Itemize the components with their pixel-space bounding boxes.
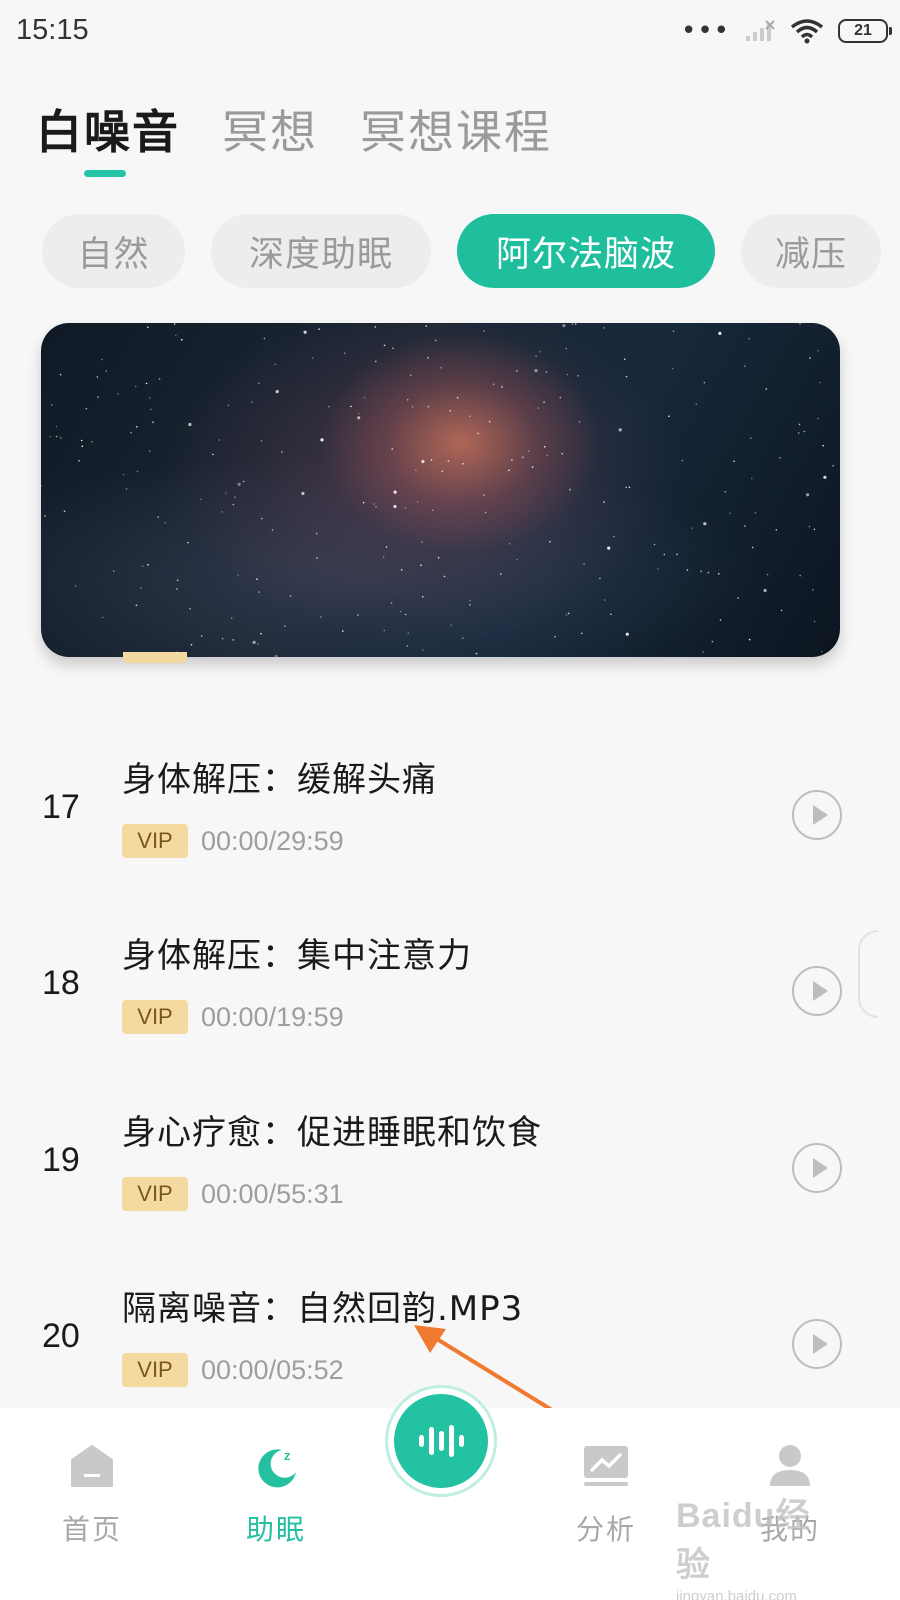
track-duration: 00:00/29:59 bbox=[201, 826, 344, 856]
status-icons: ••• 21 bbox=[680, 16, 892, 46]
tab-meditation[interactable]: 冥想 bbox=[222, 96, 318, 162]
track-duration: 00:00/55:31 bbox=[201, 1179, 344, 1209]
home-icon bbox=[71, 1445, 113, 1487]
chip-nature[interactable]: 自然 bbox=[42, 214, 185, 288]
nav-analysis[interactable]: 分析 bbox=[536, 1408, 676, 1600]
category-chip-row: 自然 深度助眠 阿尔法脑波 减压 bbox=[0, 200, 900, 300]
active-tab-indicator bbox=[84, 170, 126, 177]
battery-indicator: 21 bbox=[838, 19, 892, 43]
top-tab-bar: 白噪音 冥想 冥想课程 bbox=[36, 96, 552, 162]
play-button[interactable] bbox=[792, 790, 842, 840]
center-button-inner bbox=[394, 1394, 488, 1488]
track-row[interactable]: 18 身体解压：集中注意力 VIP 00:00/19:59 bbox=[0, 902, 900, 1052]
sound-wave-icon bbox=[419, 1425, 464, 1457]
nav-home[interactable]: 首页 bbox=[22, 1408, 162, 1600]
moon-sleep-icon: z bbox=[258, 1448, 296, 1488]
play-button[interactable] bbox=[792, 1143, 842, 1193]
vip-badge: VIP bbox=[122, 824, 188, 858]
play-button[interactable] bbox=[792, 1319, 842, 1369]
track-duration: 00:00/19:59 bbox=[201, 1002, 344, 1032]
chip-stress-relief[interactable]: 减压 bbox=[741, 214, 881, 288]
track-title: 身体解压：缓解头痛 bbox=[122, 760, 437, 800]
tab-meditation-course[interactable]: 冥想课程 bbox=[360, 96, 552, 162]
svg-text:z: z bbox=[284, 1448, 291, 1463]
vip-badge: VIP bbox=[122, 1353, 188, 1387]
nav-analysis-label: 分析 bbox=[575, 1513, 636, 1546]
signal-icon bbox=[746, 20, 775, 41]
center-play-button[interactable] bbox=[385, 1385, 497, 1497]
battery-level: 21 bbox=[854, 22, 872, 39]
nav-sleep-aid[interactable]: z 助眠 bbox=[206, 1408, 346, 1600]
status-bar: 15:15 ••• 21 bbox=[0, 0, 900, 62]
track-title: 身体解压：集中注意力 bbox=[122, 936, 472, 976]
nav-home-label: 首页 bbox=[61, 1513, 122, 1546]
track-duration: 00:00/05:52 bbox=[201, 1355, 344, 1385]
track-title: 身心疗愈：促进睡眠和饮食 bbox=[122, 1113, 542, 1153]
nav-sleep-aid-label: 助眠 bbox=[245, 1513, 306, 1546]
track-row[interactable]: 19 身心疗愈：促进睡眠和饮食 VIP 00:00/55:31 bbox=[0, 1079, 900, 1229]
vip-badge: VIP bbox=[122, 1177, 188, 1211]
analysis-chart-icon bbox=[584, 1446, 628, 1486]
hidden-vip-badge-edge bbox=[123, 652, 187, 663]
track-row[interactable]: 17 身体解压：缓解头痛 VIP 00:00/29:59 bbox=[0, 726, 900, 876]
more-dots-icon: ••• bbox=[680, 16, 730, 46]
chip-deep-sleep[interactable]: 深度助眠 bbox=[211, 214, 431, 288]
tab-white-noise[interactable]: 白噪音 bbox=[36, 96, 180, 162]
profile-icon bbox=[770, 1445, 810, 1486]
galaxy-banner-image[interactable] bbox=[41, 323, 840, 657]
track-number: 17 bbox=[42, 788, 80, 826]
side-drawer-handle[interactable] bbox=[858, 930, 878, 1018]
status-time: 15:15 bbox=[16, 14, 89, 46]
track-number: 20 bbox=[42, 1317, 80, 1355]
watermark-main: Baidu经验 bbox=[676, 1497, 811, 1584]
play-button[interactable] bbox=[792, 966, 842, 1016]
watermark-sub: jingyan.baidu.com bbox=[676, 1588, 797, 1600]
track-number: 19 bbox=[42, 1141, 80, 1179]
vip-badge: VIP bbox=[122, 1000, 188, 1034]
wifi-icon bbox=[790, 19, 824, 44]
track-number: 18 bbox=[42, 964, 80, 1002]
starfield bbox=[41, 323, 834, 657]
baidu-watermark: Baidu经验 jingyan.baidu.com bbox=[676, 1488, 836, 1600]
chip-alpha-waves[interactable]: 阿尔法脑波 bbox=[457, 214, 715, 288]
